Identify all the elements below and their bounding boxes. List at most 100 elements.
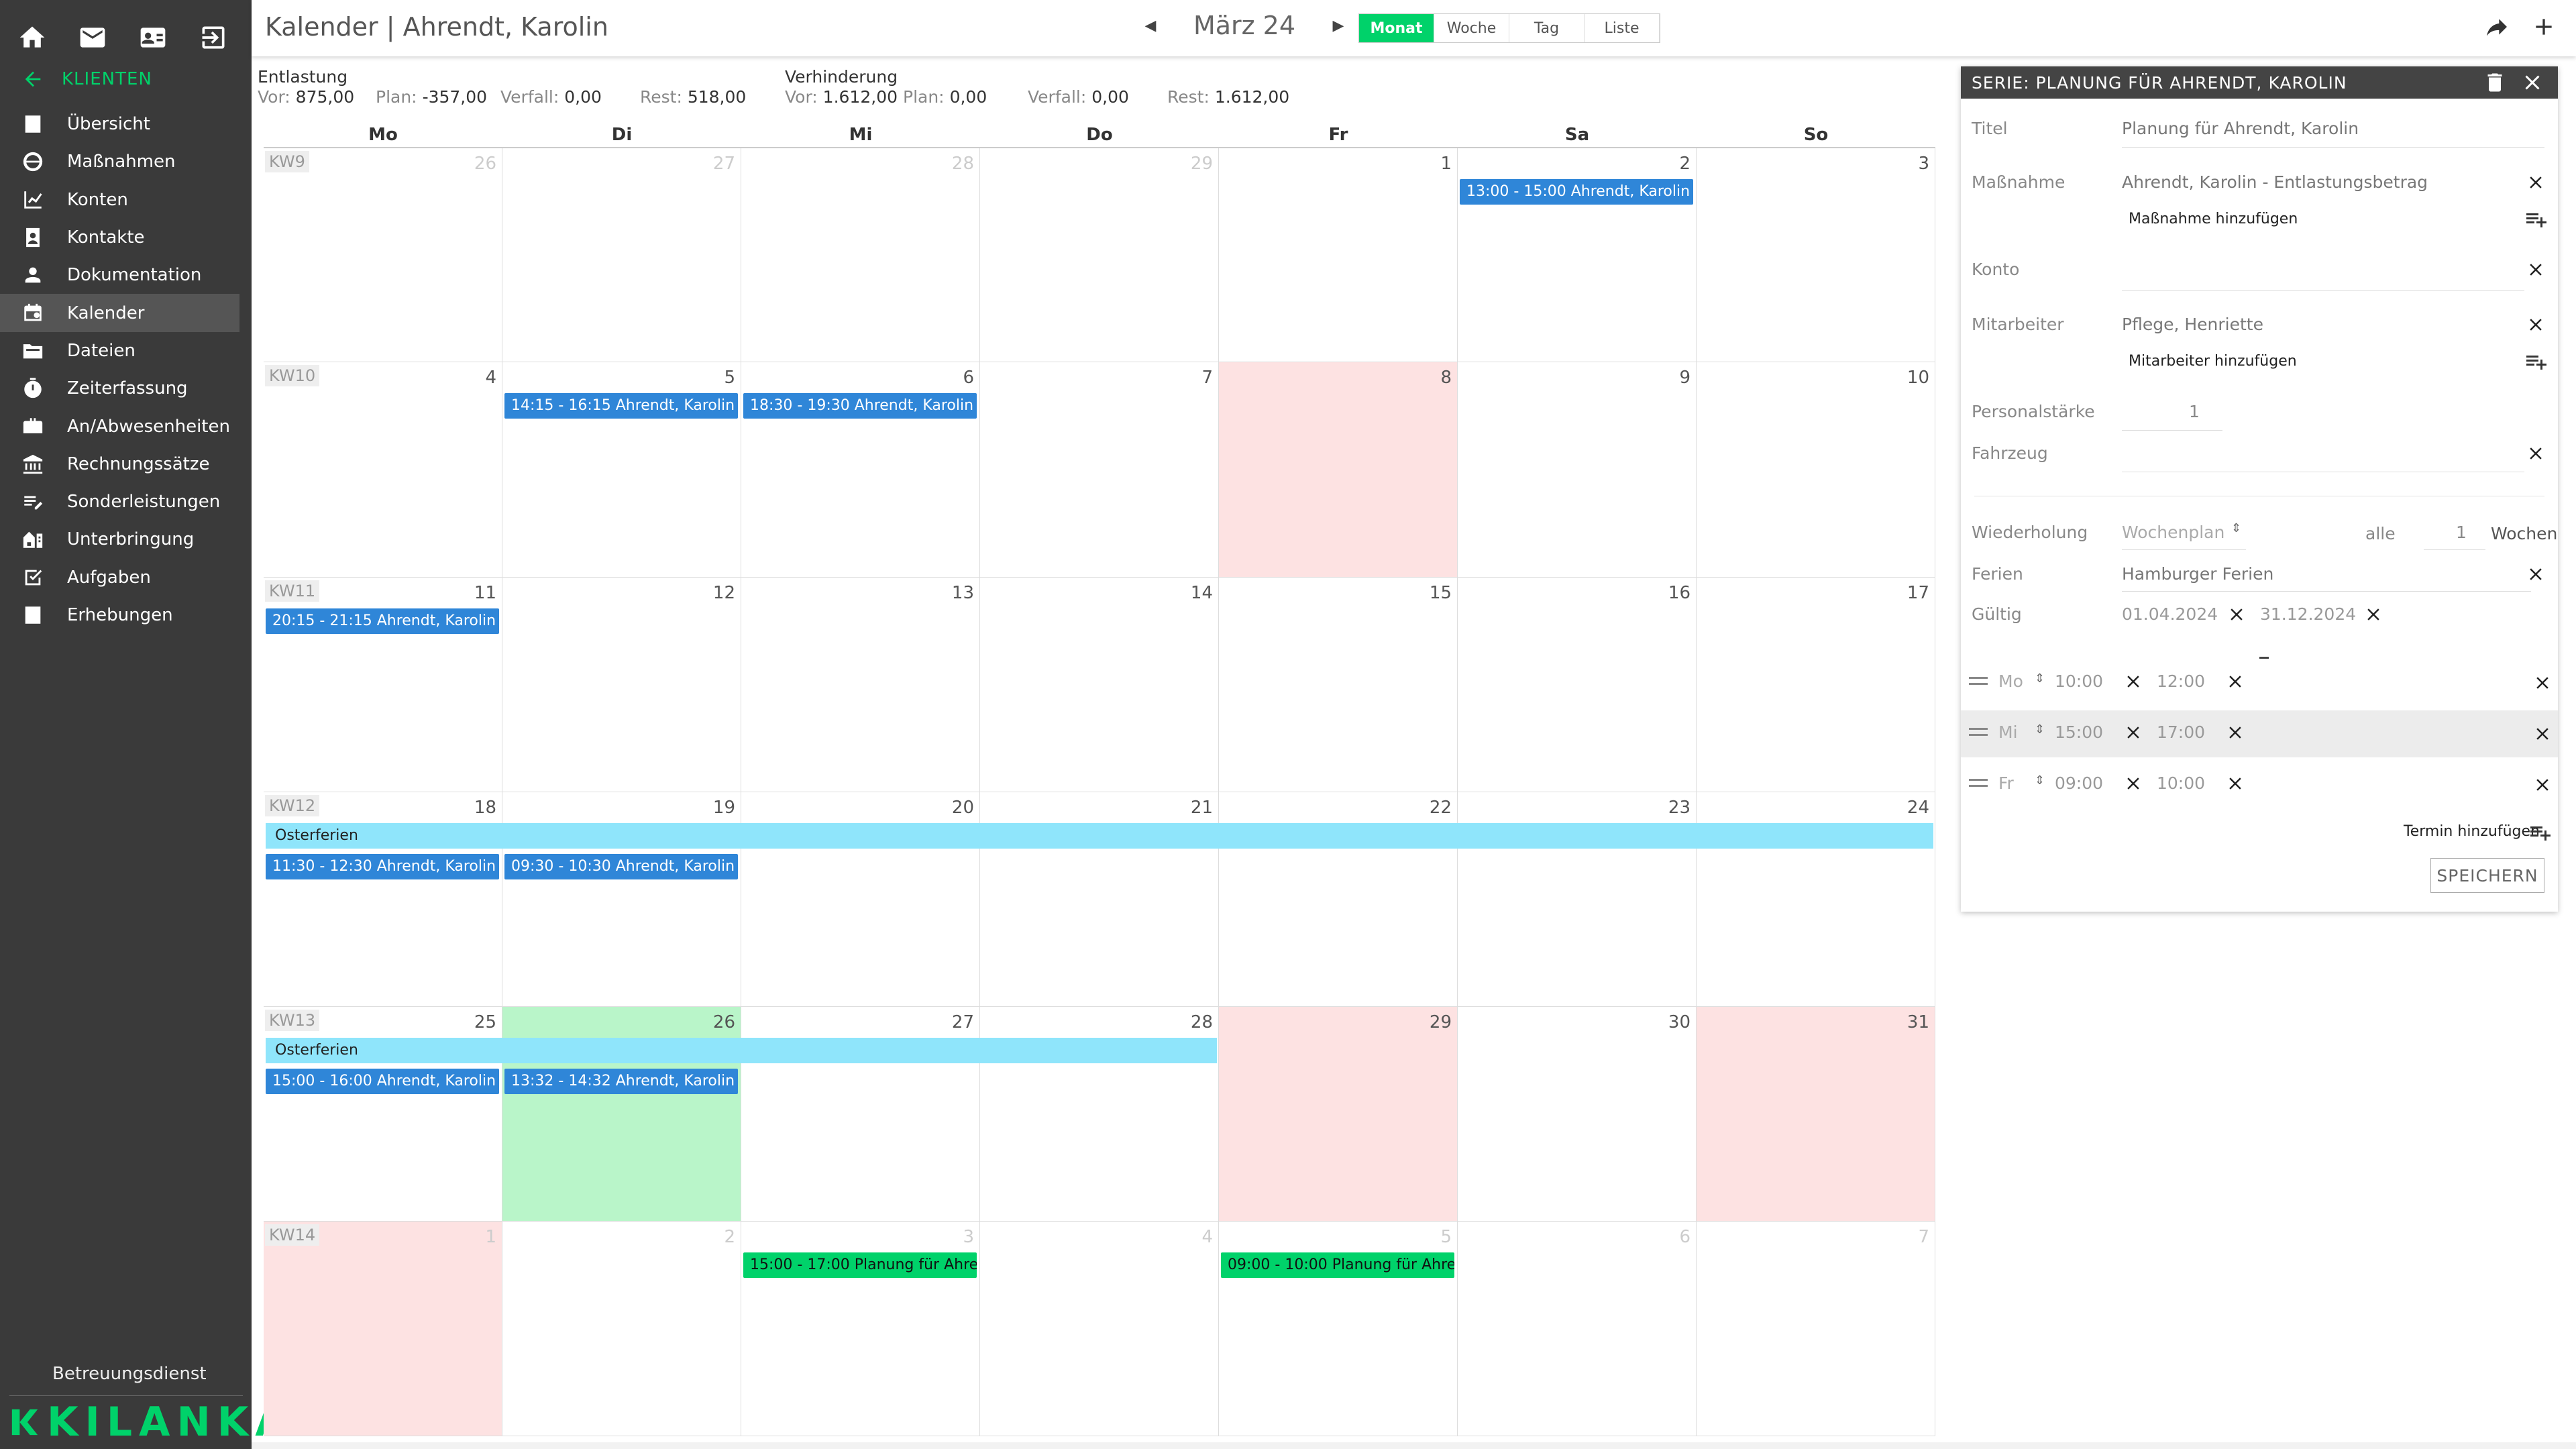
sidebar-item-übersicht[interactable]: Übersicht bbox=[0, 105, 252, 143]
sidebar-item-kontakte[interactable]: Kontakte bbox=[0, 219, 252, 256]
prev-month-button[interactable]: ◀ bbox=[1137, 11, 1164, 40]
day-cell[interactable]: KW9 26 bbox=[264, 148, 502, 362]
calendar-event[interactable]: 13:00 - 15:00 Ahrendt, Karolin bbox=[1460, 179, 1693, 205]
day-cell[interactable]: 15 bbox=[1219, 578, 1458, 792]
personalstaerke-input[interactable]: 1 bbox=[2189, 402, 2200, 421]
sidebar-item-maßnahmen[interactable]: Maßnahmen bbox=[0, 143, 252, 180]
interval-input[interactable]: 1 bbox=[2456, 523, 2467, 542]
drag-handle-icon[interactable] bbox=[1969, 728, 1988, 736]
sidebar-item-dateien[interactable]: Dateien bbox=[0, 332, 252, 370]
next-month-button[interactable]: ▶ bbox=[1325, 11, 1352, 40]
gueltig-from-input[interactable]: 01.04.2024 bbox=[2122, 604, 2218, 624]
drag-handle-icon[interactable] bbox=[1969, 779, 1988, 787]
remove-massnahme-button[interactable] bbox=[2524, 171, 2547, 194]
ferien-value[interactable]: Hamburger Ferien bbox=[2122, 564, 2273, 584]
day-cell[interactable]: 7 bbox=[1697, 1222, 1935, 1436]
day-cell[interactable]: 3 bbox=[1697, 148, 1935, 362]
calendar-event[interactable]: 09:30 - 10:30 Ahrendt, Karolin bbox=[504, 854, 738, 879]
calendar-event[interactable]: 09:00 - 10:00 Planung für Ahrendt, Karol… bbox=[1221, 1252, 1454, 1278]
gueltig-to-input[interactable]: 31.12.2024 bbox=[2260, 604, 2356, 624]
add-termin-link[interactable]: Termin hinzufügen bbox=[2404, 823, 2540, 840]
sidebar-item-unterbringung[interactable]: Unterbringung bbox=[0, 521, 252, 558]
calendar-event[interactable]: 14:15 - 16:15 Ahrendt, Karolin bbox=[504, 393, 738, 419]
day-cell[interactable]: 30 bbox=[1458, 1007, 1697, 1222]
id-card-icon[interactable] bbox=[134, 19, 172, 56]
massnahme-value[interactable]: Ahrendt, Karolin - Entlastungsbetrag bbox=[2122, 172, 2428, 192]
day-cell[interactable]: 29 bbox=[980, 148, 1219, 362]
day-cell[interactable]: 17 bbox=[1697, 578, 1935, 792]
day-cell[interactable]: 4 bbox=[980, 1222, 1219, 1436]
day-cell[interactable]: KW10 4 bbox=[264, 362, 502, 578]
resize-handle[interactable] bbox=[2259, 657, 2269, 659]
clear-from-button[interactable] bbox=[2122, 772, 2145, 795]
calendar-event[interactable]: 15:00 - 16:00 Ahrendt, Karolin bbox=[266, 1069, 499, 1094]
remove-slot-button[interactable] bbox=[2531, 722, 2554, 745]
sidebar-item-an-abwesenheiten[interactable]: An/Abwesenheiten bbox=[0, 407, 252, 445]
clear-to-button[interactable] bbox=[2224, 721, 2247, 744]
day-cell[interactable]: 16 bbox=[1458, 578, 1697, 792]
day-cell[interactable]: KW14 1 bbox=[264, 1222, 502, 1436]
sidebar-item-dokumentation[interactable]: Dokumentation bbox=[0, 256, 252, 294]
add-icon[interactable] bbox=[2530, 13, 2557, 40]
sidebar-item-rechnungssätze[interactable]: Rechnungssätze bbox=[0, 445, 252, 483]
clear-to-button[interactable] bbox=[2224, 772, 2247, 795]
clear-ferien-button[interactable] bbox=[2524, 563, 2547, 586]
calendar-event[interactable]: 20:15 - 21:15 Ahrendt, Karolin bbox=[266, 608, 499, 634]
remove-slot-button[interactable] bbox=[2531, 672, 2554, 694]
playlist-add-icon[interactable] bbox=[2524, 350, 2548, 374]
slot-to-input[interactable]: 12:00 bbox=[2157, 672, 2205, 691]
day-cell[interactable]: 29 bbox=[1219, 1007, 1458, 1222]
day-cell[interactable]: 8 bbox=[1219, 362, 1458, 578]
clear-konto-button[interactable] bbox=[2524, 258, 2547, 281]
remove-slot-button[interactable] bbox=[2531, 773, 2554, 796]
view-tab-tag[interactable]: Tag bbox=[1509, 14, 1585, 42]
clear-from-button[interactable] bbox=[2122, 670, 2145, 693]
delete-icon[interactable] bbox=[2483, 70, 2507, 95]
clear-fahrzeug-button[interactable] bbox=[2524, 442, 2547, 465]
slot-from-input[interactable]: 09:00 bbox=[2055, 773, 2103, 793]
playlist-add-icon[interactable] bbox=[2524, 207, 2548, 231]
day-cell[interactable]: 7 bbox=[980, 362, 1219, 578]
day-cell[interactable]: 13 bbox=[741, 578, 980, 792]
konto-input[interactable] bbox=[2122, 290, 2524, 291]
home-icon[interactable] bbox=[13, 19, 51, 56]
titel-input[interactable]: Planung für Ahrendt, Karolin bbox=[2122, 119, 2359, 138]
drag-handle-icon[interactable] bbox=[1969, 677, 1988, 685]
view-tab-liste[interactable]: Liste bbox=[1585, 14, 1660, 42]
slot-to-input[interactable]: 17:00 bbox=[2157, 722, 2205, 742]
calendar-event[interactable]: 18:30 - 19:30 Ahrendt, Karolin bbox=[743, 393, 977, 419]
sidebar-item-kalender[interactable]: Kalender bbox=[0, 294, 239, 332]
slot-day-select[interactable]: Mo bbox=[1998, 672, 2023, 691]
slot-to-input[interactable]: 10:00 bbox=[2157, 773, 2205, 793]
view-tab-woche[interactable]: Woche bbox=[1434, 14, 1509, 42]
mail-icon[interactable] bbox=[74, 19, 111, 56]
day-cell[interactable]: 14 bbox=[980, 578, 1219, 792]
day-cell[interactable]: 28 bbox=[741, 148, 980, 362]
holiday-band[interactable]: Osterferien bbox=[266, 1038, 1217, 1063]
share-icon[interactable] bbox=[2483, 13, 2510, 40]
day-cell[interactable]: 12 bbox=[502, 578, 741, 792]
sidebar-item-zeiterfassung[interactable]: Zeiterfassung bbox=[0, 370, 252, 407]
mitarbeiter-value[interactable]: Pflege, Henriette bbox=[2122, 315, 2263, 334]
calendar-event[interactable]: 15:00 - 17:00 Planung für Ahrendt, Karol… bbox=[743, 1252, 977, 1278]
day-cell[interactable]: 1 bbox=[1219, 148, 1458, 362]
holiday-band[interactable]: Osterferien bbox=[266, 823, 1933, 849]
wiederholung-select[interactable]: Wochenplan bbox=[2122, 523, 2224, 542]
calendar-event[interactable]: 11:30 - 12:30 Ahrendt, Karolin bbox=[266, 854, 499, 879]
logout-icon[interactable] bbox=[195, 19, 232, 56]
calendar-event[interactable]: 13:32 - 14:32 Ahrendt, Karolin bbox=[504, 1069, 738, 1094]
sidebar-item-konten[interactable]: Konten bbox=[0, 181, 252, 219]
add-massnahme-link[interactable]: Maßnahme hinzufügen bbox=[2129, 211, 2298, 227]
close-icon[interactable] bbox=[2520, 70, 2544, 95]
sidebar-item-sonderleistungen[interactable]: Sonderleistungen bbox=[0, 483, 252, 521]
clear-gueltig-from-button[interactable] bbox=[2225, 603, 2248, 626]
remove-mitarbeiter-button[interactable] bbox=[2524, 313, 2547, 336]
slot-from-input[interactable]: 15:00 bbox=[2055, 722, 2103, 742]
bottom-scrollbar[interactable] bbox=[252, 1442, 2576, 1449]
clear-to-button[interactable] bbox=[2224, 670, 2247, 693]
day-cell[interactable]: 27 bbox=[502, 148, 741, 362]
add-mitarbeiter-link[interactable]: Mitarbeiter hinzufügen bbox=[2129, 353, 2297, 370]
day-cell[interactable]: 6 bbox=[1458, 1222, 1697, 1436]
day-cell[interactable]: 2 bbox=[502, 1222, 741, 1436]
save-button[interactable]: SPEICHERN bbox=[2430, 858, 2544, 893]
